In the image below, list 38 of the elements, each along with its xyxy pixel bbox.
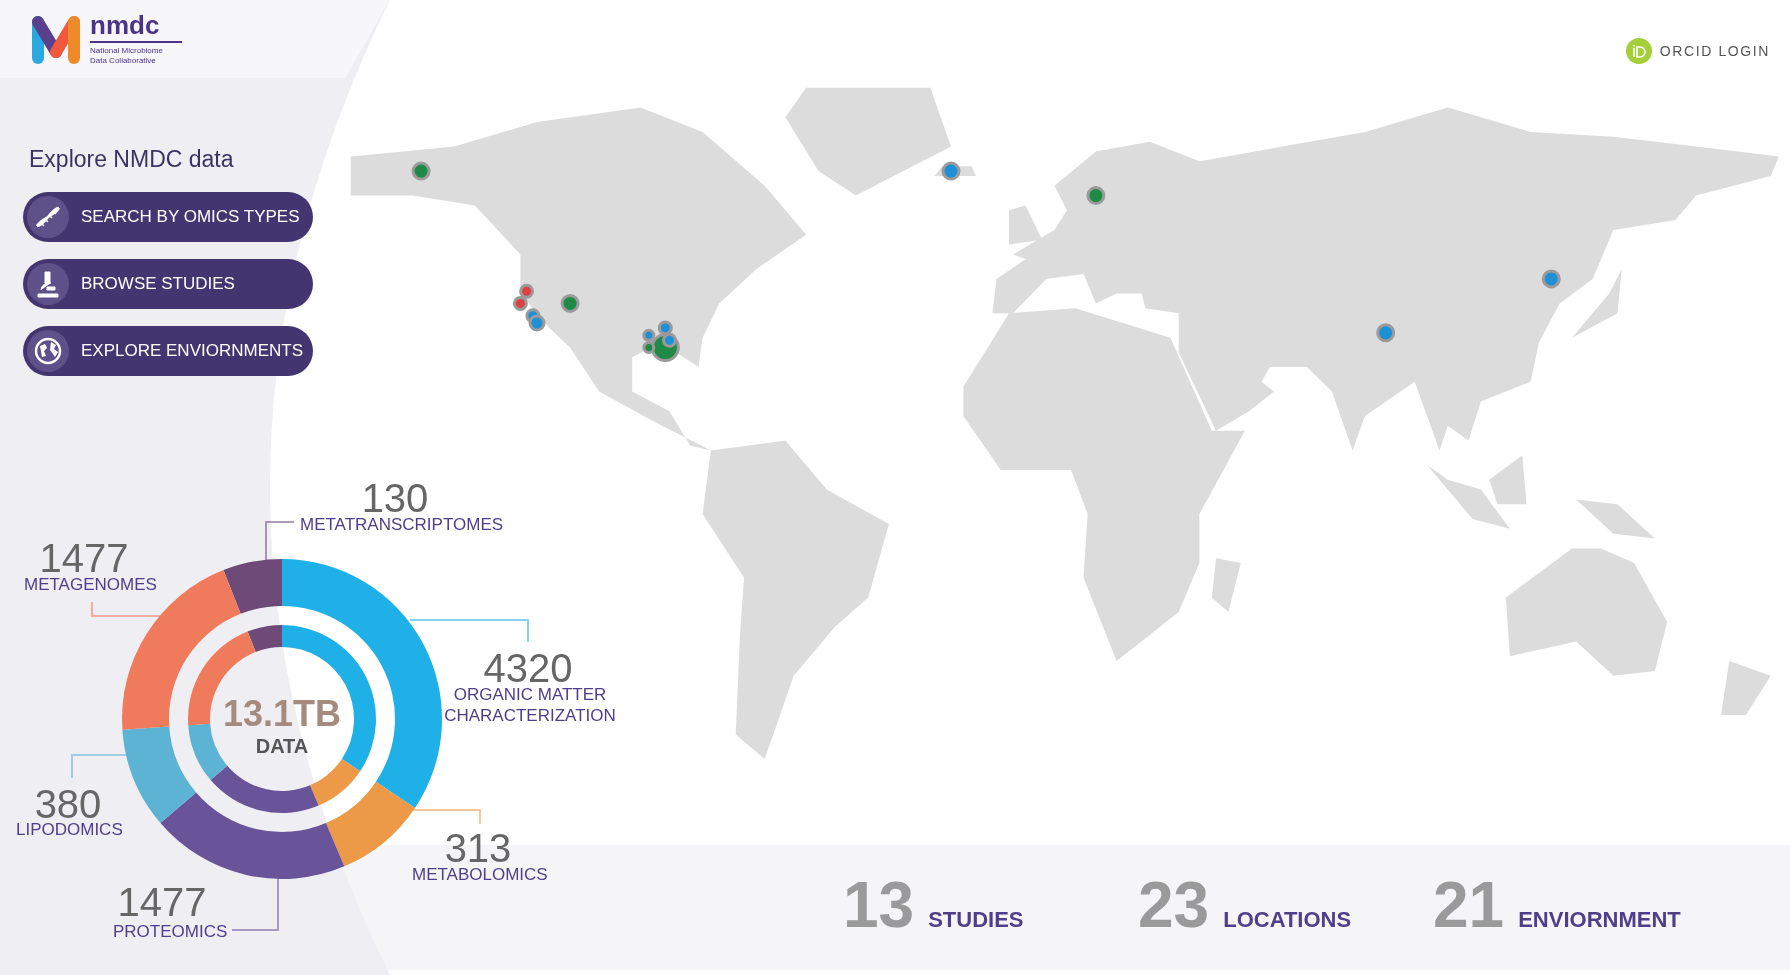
stat-label: ENVIORNMENT bbox=[1518, 907, 1681, 933]
stat-label: LOCATIONS bbox=[1223, 907, 1352, 933]
logo-subtitle: Data Collaborative bbox=[90, 56, 157, 66]
logo-subtitle: National Microbiome bbox=[90, 46, 164, 56]
map-marker[interactable] bbox=[519, 283, 535, 299]
landmass bbox=[1721, 661, 1771, 715]
map-marker[interactable] bbox=[662, 332, 677, 348]
microscope-icon bbox=[27, 263, 69, 305]
map-marker[interactable] bbox=[657, 320, 673, 336]
stat-count: 13 bbox=[843, 870, 915, 940]
explore-button[interactable]: EXPLORE ENVIORNMENTS bbox=[23, 326, 313, 376]
map-marker[interactable] bbox=[642, 328, 656, 342]
map-marker[interactable] bbox=[642, 341, 656, 354]
map-marker[interactable] bbox=[941, 161, 961, 181]
total-label: DATA bbox=[255, 735, 309, 758]
map-marker[interactable] bbox=[1541, 269, 1561, 289]
orcid-login-button[interactable]: ORCID LOGIN bbox=[1625, 38, 1770, 64]
globe-icon bbox=[27, 330, 69, 372]
leader-line bbox=[91, 601, 161, 617]
omics-label: PROTEOMICS bbox=[113, 921, 228, 942]
stat-count: 23 bbox=[1138, 870, 1210, 940]
leader-line bbox=[265, 521, 295, 561]
stat-label: STUDIES bbox=[928, 907, 1024, 933]
dna-icon bbox=[27, 196, 69, 238]
map-marker[interactable] bbox=[560, 293, 580, 313]
map-marker[interactable] bbox=[1086, 186, 1106, 206]
id-icon bbox=[1625, 38, 1652, 64]
section-title: Explore NMDC data bbox=[29, 146, 235, 173]
map-marker[interactable] bbox=[411, 161, 431, 181]
map-marker[interactable] bbox=[528, 314, 546, 332]
explore-button[interactable]: SEARCH BY OMICS TYPES bbox=[23, 192, 313, 242]
map-marker[interactable] bbox=[1376, 323, 1396, 343]
map-marker[interactable] bbox=[512, 295, 528, 311]
logo-text: nmdc bbox=[90, 12, 182, 43]
stat-count: 21 bbox=[1433, 870, 1505, 940]
total-value: 13.1TB bbox=[222, 693, 342, 735]
omics-count: 1477 bbox=[116, 882, 208, 922]
explore-button[interactable]: BROWSE STUDIES bbox=[23, 259, 313, 309]
